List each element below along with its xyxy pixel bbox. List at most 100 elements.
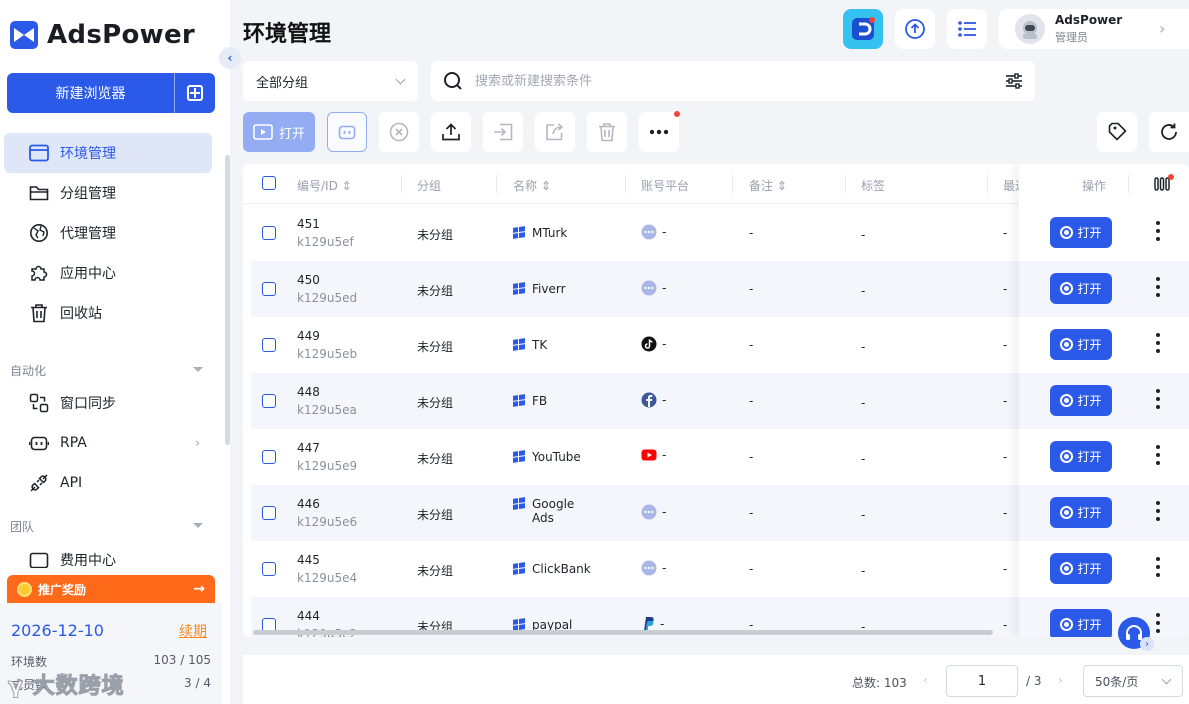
open-browser-button[interactable]: 打开 [1050,329,1112,360]
sidebar-item-label: API [60,475,83,491]
more-vertical-icon[interactable] [1156,445,1160,465]
sidebar-item-recycle-bin[interactable]: 回收站 [4,293,212,333]
sidebar-item-proxies[interactable]: 代理管理 [4,213,212,253]
more-vertical-icon[interactable] [1156,501,1160,521]
user-name: AdsPower [1055,13,1123,27]
chrome-icon [1060,282,1074,295]
more-vertical-icon[interactable] [1156,389,1160,409]
env-group: 未分组 [417,228,454,242]
row-checkbox[interactable] [262,562,276,576]
pagination: 总数: 103 ‹ / 3 › 50条/页 [243,655,1189,704]
open-browser-button[interactable]: 打开 [1050,385,1112,416]
sync-upload-button[interactable] [895,9,935,49]
env-last-opened: - [1003,338,1008,352]
sidebar-item-api[interactable]: API [4,463,212,503]
more-vertical-icon[interactable] [1156,277,1160,297]
open-browser-button[interactable]: 打开 [1050,217,1112,248]
row-checkbox[interactable] [262,226,276,240]
rpa-button[interactable] [327,112,367,152]
total-count: 总数: 103 [852,676,907,690]
more-vertical-icon[interactable] [1156,613,1160,633]
next-page-icon[interactable]: › [1058,673,1063,687]
sidebar-item-label: 窗口同步 [60,396,116,412]
sidebar-item-environments[interactable]: 环境管理 [4,133,212,173]
more-vertical-icon[interactable] [1156,557,1160,577]
column-header-id[interactable]: 编号/ID ⇕ [297,177,352,194]
env-number: 451 [297,217,320,231]
env-id[interactable]: k129u5e9 [297,459,357,473]
column-header-name[interactable]: 名称 ⇕ [513,177,551,194]
env-id[interactable]: k129u5ea [297,403,357,417]
task-list-button[interactable] [947,9,987,49]
operations-row: 打开 [1019,485,1189,541]
more-vertical-icon[interactable] [1156,221,1160,241]
batch-open-button[interactable]: 打开 [243,112,315,152]
open-browser-button[interactable]: 打开 [1050,441,1112,472]
row-checkbox[interactable] [262,506,276,520]
prev-page-icon[interactable]: ‹ [923,673,928,687]
sidebar-item-groups[interactable]: 分组管理 [4,173,212,213]
env-group: 未分组 [417,564,454,578]
chrome-icon [1060,394,1074,407]
collapse-sidebar-button[interactable]: ‹ [219,47,241,69]
row-checkbox[interactable] [262,450,276,464]
env-id[interactable]: k129u5ed [297,291,357,305]
sidebar-item-window-sync[interactable]: 窗口同步 [4,383,212,423]
user-menu[interactable]: AdsPower 管理员 › [999,9,1189,49]
new-browser-button[interactable]: 新建浏览器 [7,73,175,113]
sidebar-scrollbar[interactable] [225,155,230,445]
brand-logo[interactable]: AdsPower [10,20,195,50]
column-header-label: 备注 [749,179,774,193]
caret-down-icon[interactable] [193,523,203,528]
env-number: 448 [297,385,320,399]
renew-link[interactable]: 续期 [179,621,207,641]
open-browser-button[interactable]: 打开 [1050,497,1112,528]
env-name: MTurk [513,226,567,240]
sidebar-item-app-center[interactable]: 应用中心 [4,253,212,293]
more-vertical-icon[interactable] [1156,333,1160,353]
env-note: - [749,506,754,520]
env-id[interactable]: k129u5e4 [297,571,357,585]
upload-button[interactable] [431,112,471,152]
sidebar-item-billing[interactable]: 费用中心 [4,540,212,568]
app-icon-button[interactable] [843,9,883,49]
env-note: - [749,338,754,352]
search-input[interactable] [475,73,975,89]
select-all-checkbox[interactable] [262,176,276,190]
page-size-select[interactable]: 50条/页 [1083,665,1183,697]
batch-add-button[interactable] [175,73,215,113]
row-checkbox[interactable] [262,282,276,296]
page-number-input[interactable] [946,665,1018,697]
open-browser-button[interactable]: 打开 [1050,609,1112,637]
env-number: 447 [297,441,320,455]
env-tags: - [861,228,866,242]
env-tags: - [861,508,866,522]
column-header-note[interactable]: 备注 ⇕ [749,177,787,194]
horizontal-scrollbar[interactable] [253,630,993,635]
coin-icon [17,581,32,597]
customer-support-button[interactable]: › [1118,617,1154,651]
env-id[interactable]: k129u5e6 [297,515,357,529]
env-note: - [749,394,754,408]
open-browser-button[interactable]: 打开 [1050,553,1112,584]
close-browser-button[interactable] [379,112,419,152]
move-to-group-button[interactable] [483,112,523,152]
tag-button[interactable] [1097,112,1137,152]
column-divider [987,175,988,193]
filter-sliders-icon[interactable] [1005,73,1023,89]
env-id[interactable]: k129u5eb [297,347,357,361]
new-browser-button-group: 新建浏览器 [7,73,215,113]
env-id[interactable]: k129u5ef [297,235,354,249]
refresh-button[interactable] [1149,112,1189,152]
share-button[interactable] [535,112,575,152]
column-settings-icon[interactable] [1154,177,1170,191]
sidebar-item-rpa[interactable]: RPA › [4,423,212,463]
promo-banner[interactable]: 推广奖励 → [7,575,215,603]
group-select[interactable]: 全部分组 [243,61,418,101]
delete-button[interactable] [587,112,627,152]
open-browser-button[interactable]: 打开 [1050,273,1112,304]
row-checkbox[interactable] [262,394,276,408]
caret-down-icon[interactable] [193,367,203,372]
row-checkbox[interactable] [262,338,276,352]
more-actions-button[interactable] [639,111,680,152]
